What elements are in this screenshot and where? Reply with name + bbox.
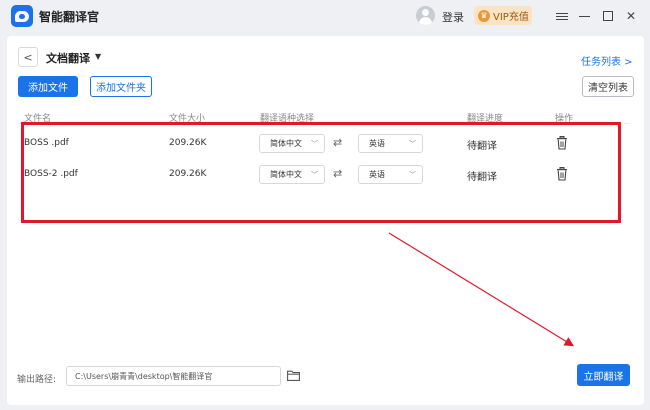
chevron-left-icon: <: [23, 50, 33, 64]
clear-list-button[interactable]: 清空列表: [582, 76, 634, 97]
output-path-field[interactable]: C:\Users\崩青青\desktop\智能翻译官: [66, 366, 281, 386]
close-icon[interactable]: ✕: [621, 6, 641, 26]
folder-icon[interactable]: [287, 370, 300, 381]
maximize-icon[interactable]: [598, 6, 618, 26]
app-logo-icon: [11, 5, 33, 27]
add-file-button[interactable]: 添加文件: [18, 76, 78, 97]
vip-crown-icon: ♛: [478, 9, 490, 22]
app-title: 智能翻译官: [39, 10, 100, 24]
annotation-highlight-box: [21, 122, 621, 223]
login-link[interactable]: 登录: [442, 9, 464, 25]
start-translation-button[interactable]: 立即翻译: [577, 364, 630, 386]
output-path-label: 输出路径:: [17, 375, 57, 385]
vip-recharge-label: VIP充值: [493, 12, 529, 23]
add-folder-button[interactable]: 添加文件夹: [90, 76, 152, 97]
back-button[interactable]: <: [18, 47, 38, 67]
title-bar: 智能翻译官 登录 ♛ VIP充值 ✕: [0, 0, 650, 32]
vip-recharge-button[interactable]: ♛ VIP充值: [474, 6, 532, 25]
user-avatar-icon[interactable]: [416, 6, 435, 25]
page-title[interactable]: 文档翻译: [46, 50, 90, 66]
task-list-link[interactable]: 任务列表 >: [581, 53, 633, 68]
caret-down-icon[interactable]: ▼: [95, 52, 101, 61]
menu-icon[interactable]: [552, 6, 572, 26]
minimize-icon[interactable]: [574, 6, 594, 26]
